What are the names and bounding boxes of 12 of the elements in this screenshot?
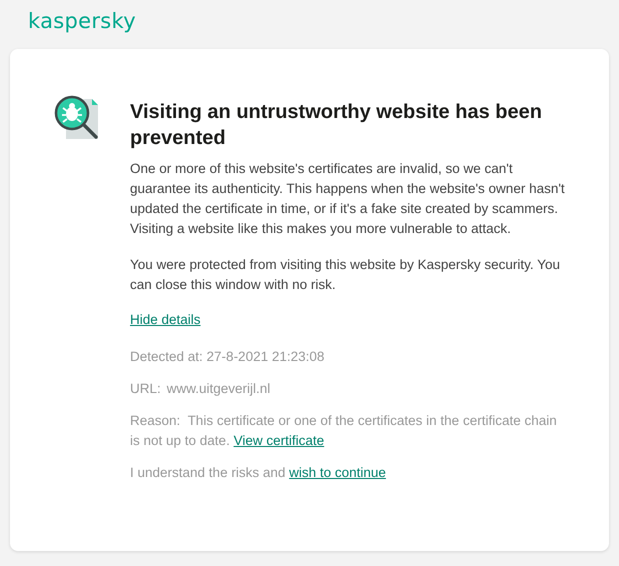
continue-link[interactable]: wish to continue: [289, 465, 386, 480]
url-value: www.uitgeverijl.nl: [166, 381, 270, 396]
url-label: URL:: [130, 381, 161, 396]
message-text: One or more of this website's certificates are invalid, so we can't guarantee its authenticity. This happens when the website's owner hasn't updated the certificate in time, or if it's a fake site created by scammers. Visiting a website like this makes you more vulnerable to attack.: [130, 160, 566, 238]
continue-text: I understand the risks and wish to continue: [130, 464, 387, 482]
message-text: You were protected from visiting this website by Kaspersky security. You can close this window with no risk.: [130, 256, 561, 294]
brand-logo: kaspersky: [28, 9, 136, 35]
hide-details-link[interactable]: Hide details: [130, 312, 201, 327]
alert-title: Visiting an untrustworthy website has been prevented: [130, 100, 543, 151]
view-certificate-link[interactable]: View certificate: [234, 433, 324, 448]
detected-text: Detected at: 27-8-2021 21:23:08: [130, 348, 326, 366]
reason-text: Reason: This certificate or one of the certificates in the certificate chain is not up to date. View certificate: [130, 412, 558, 450]
